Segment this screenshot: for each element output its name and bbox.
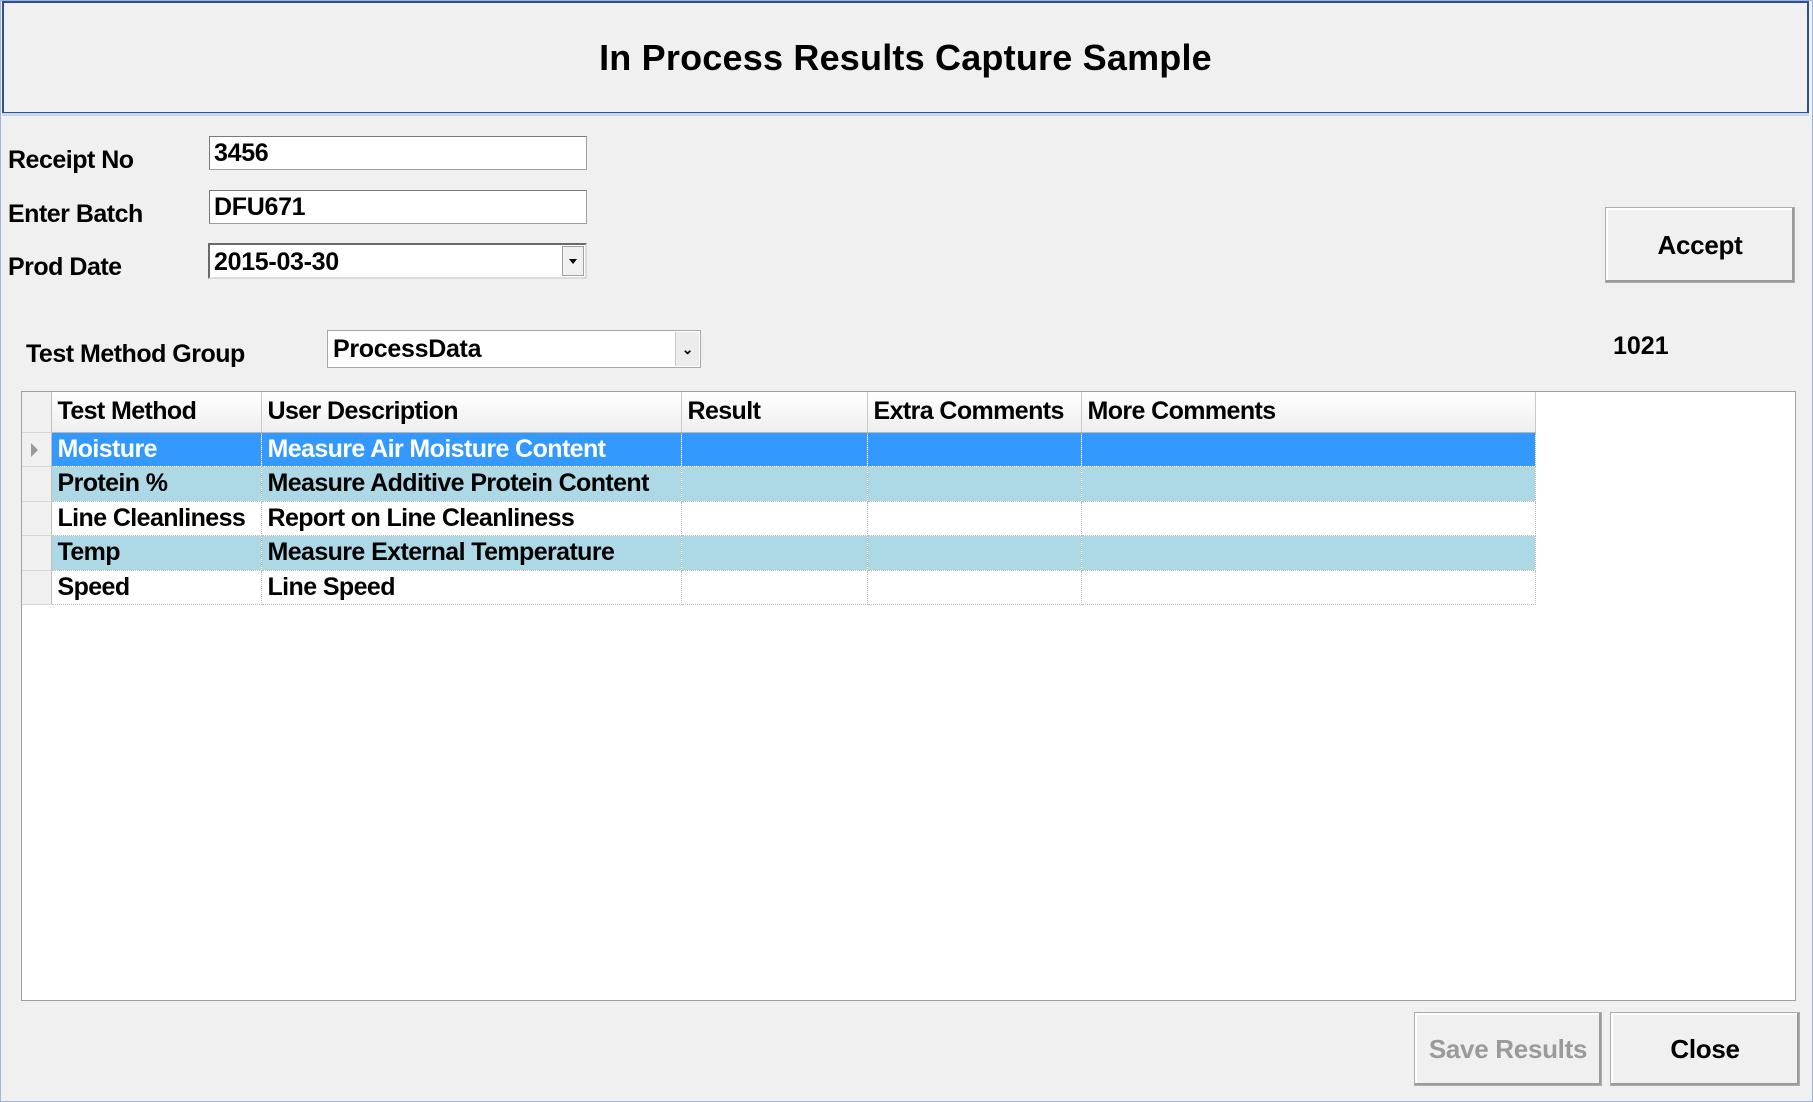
column-header-extra-comments[interactable]: Extra Comments bbox=[867, 392, 1082, 433]
cell-result[interactable] bbox=[681, 501, 868, 536]
date-dropdown-button[interactable] bbox=[562, 246, 584, 276]
cell-extra-comments[interactable] bbox=[867, 466, 1082, 502]
window-title: In Process Results Capture Sample bbox=[599, 36, 1212, 78]
cell-result[interactable] bbox=[681, 432, 868, 467]
chevron-down-icon: ⌄ bbox=[681, 340, 694, 357]
test-method-group-value: ProcessData bbox=[333, 335, 482, 363]
record-count: 1021 bbox=[1613, 332, 1669, 360]
test-method-group-select[interactable]: ProcessData ⌄ bbox=[327, 330, 701, 368]
column-header-user-description[interactable]: User Description bbox=[261, 392, 682, 433]
close-button[interactable]: Close bbox=[1610, 1012, 1800, 1086]
cell-result[interactable] bbox=[681, 570, 868, 605]
prod-date-value: 2015-03-30 bbox=[214, 248, 339, 276]
row-header-corner bbox=[22, 392, 52, 433]
enter-batch-label: Enter Batch bbox=[8, 200, 143, 228]
group-dropdown-button[interactable]: ⌄ bbox=[675, 332, 699, 366]
column-header-result[interactable]: Result bbox=[681, 392, 868, 433]
cell-user-description[interactable]: Measure Additive Protein Content bbox=[261, 466, 682, 502]
cell-more-comments[interactable] bbox=[1081, 466, 1536, 502]
accept-button[interactable]: Accept bbox=[1605, 207, 1795, 283]
row-selector[interactable] bbox=[22, 501, 52, 536]
save-results-button[interactable]: Save Results bbox=[1414, 1012, 1602, 1086]
cell-result[interactable] bbox=[681, 535, 868, 571]
cell-test-method[interactable]: Speed bbox=[51, 570, 262, 605]
prod-date-picker[interactable]: 2015-03-30 bbox=[208, 243, 587, 279]
cell-extra-comments[interactable] bbox=[867, 535, 1082, 571]
title-separator bbox=[2, 113, 1809, 116]
receipt-no-input[interactable] bbox=[209, 136, 587, 170]
table-row[interactable]: Speed Line Speed bbox=[22, 570, 1536, 605]
results-grid[interactable]: Test Method User Description Result Extr… bbox=[21, 391, 1796, 1001]
cell-extra-comments[interactable] bbox=[867, 432, 1082, 467]
cell-more-comments[interactable] bbox=[1081, 432, 1536, 467]
receipt-no-label: Receipt No bbox=[8, 146, 134, 174]
title-panel: In Process Results Capture Sample bbox=[2, 1, 1809, 114]
results-table: Test Method User Description Result Extr… bbox=[22, 392, 1536, 605]
row-selector[interactable] bbox=[22, 535, 52, 571]
test-method-group-label: Test Method Group bbox=[26, 340, 245, 368]
cell-extra-comments[interactable] bbox=[867, 501, 1082, 536]
column-header-test-method[interactable]: Test Method bbox=[51, 392, 262, 433]
cell-more-comments[interactable] bbox=[1081, 535, 1536, 571]
prod-date-label: Prod Date bbox=[8, 253, 122, 281]
cell-test-method[interactable]: Line Cleanliness bbox=[51, 501, 262, 536]
cell-more-comments[interactable] bbox=[1081, 501, 1536, 536]
column-header-more-comments[interactable]: More Comments bbox=[1081, 392, 1536, 433]
chevron-down-icon bbox=[569, 258, 577, 264]
cell-result[interactable] bbox=[681, 466, 868, 502]
cell-user-description[interactable]: Measure External Temperature bbox=[261, 535, 682, 571]
cell-user-description[interactable]: Report on Line Cleanliness bbox=[261, 501, 682, 536]
cell-more-comments[interactable] bbox=[1081, 570, 1536, 605]
cell-user-description[interactable]: Measure Air Moisture Content bbox=[261, 432, 682, 467]
table-row[interactable]: Line Cleanliness Report on Line Cleanlin… bbox=[22, 501, 1536, 536]
table-row[interactable]: Protein % Measure Additive Protein Conte… bbox=[22, 466, 1536, 502]
cell-user-description[interactable]: Line Speed bbox=[261, 570, 682, 605]
row-selector[interactable] bbox=[22, 466, 52, 502]
header-row: Test Method User Description Result Extr… bbox=[22, 392, 1536, 433]
table-row[interactable]: Temp Measure External Temperature bbox=[22, 535, 1536, 571]
cell-extra-comments[interactable] bbox=[867, 570, 1082, 605]
row-selector[interactable] bbox=[22, 570, 52, 605]
cell-test-method[interactable]: Protein % bbox=[51, 466, 262, 502]
cell-test-method[interactable]: Moisture bbox=[51, 432, 262, 467]
table-row[interactable]: Moisture Measure Air Moisture Content bbox=[22, 432, 1536, 467]
batch-input[interactable] bbox=[209, 190, 587, 224]
cell-test-method[interactable]: Temp bbox=[51, 535, 262, 571]
row-selector[interactable] bbox=[22, 432, 52, 467]
row-pointer-icon bbox=[31, 442, 38, 457]
